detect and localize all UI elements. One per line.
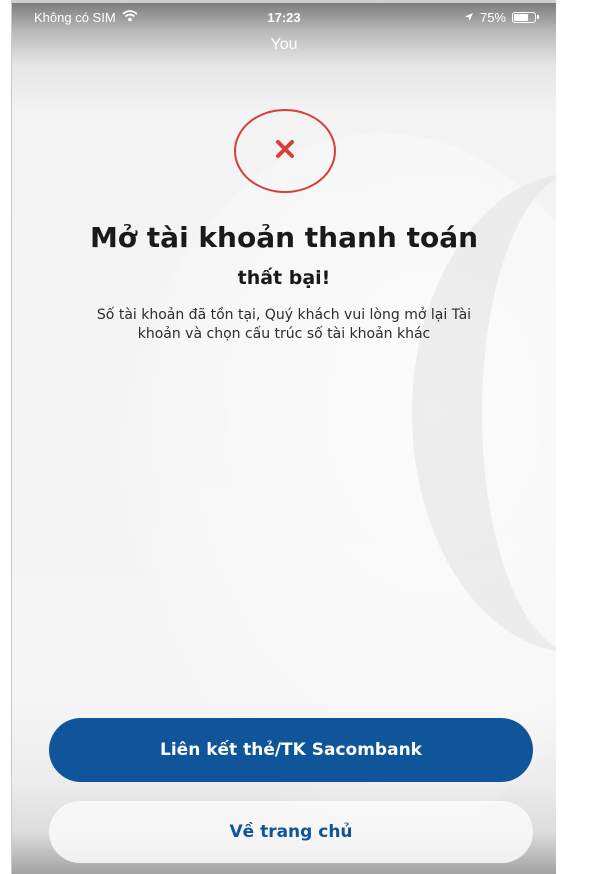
location-arrow-icon <box>464 10 474 25</box>
status-bar: Không có SIM 17:23 75% <box>12 3 556 33</box>
battery-icon <box>512 12 539 23</box>
home-button[interactable]: Về trang chủ <box>49 801 533 863</box>
result-title: Mở tài khoản thanh toán <box>89 221 479 254</box>
status-right: 75% <box>464 10 539 25</box>
result-subtitle: thất bại! <box>237 267 331 289</box>
nav-title: You <box>270 36 298 53</box>
link-card-button[interactable]: Liên kết thẻ/TK Sacombank <box>49 718 533 782</box>
result-message: Số tài khoản đã tồn tại, Quý khách vui l… <box>96 307 472 342</box>
failure-status-icon <box>234 109 336 193</box>
phone-screen: Không có SIM 17:23 75% You Mở tài khoản … <box>12 3 556 874</box>
battery-fill <box>514 14 529 21</box>
battery-percent: 75% <box>479 10 506 25</box>
close-icon <box>274 138 296 164</box>
